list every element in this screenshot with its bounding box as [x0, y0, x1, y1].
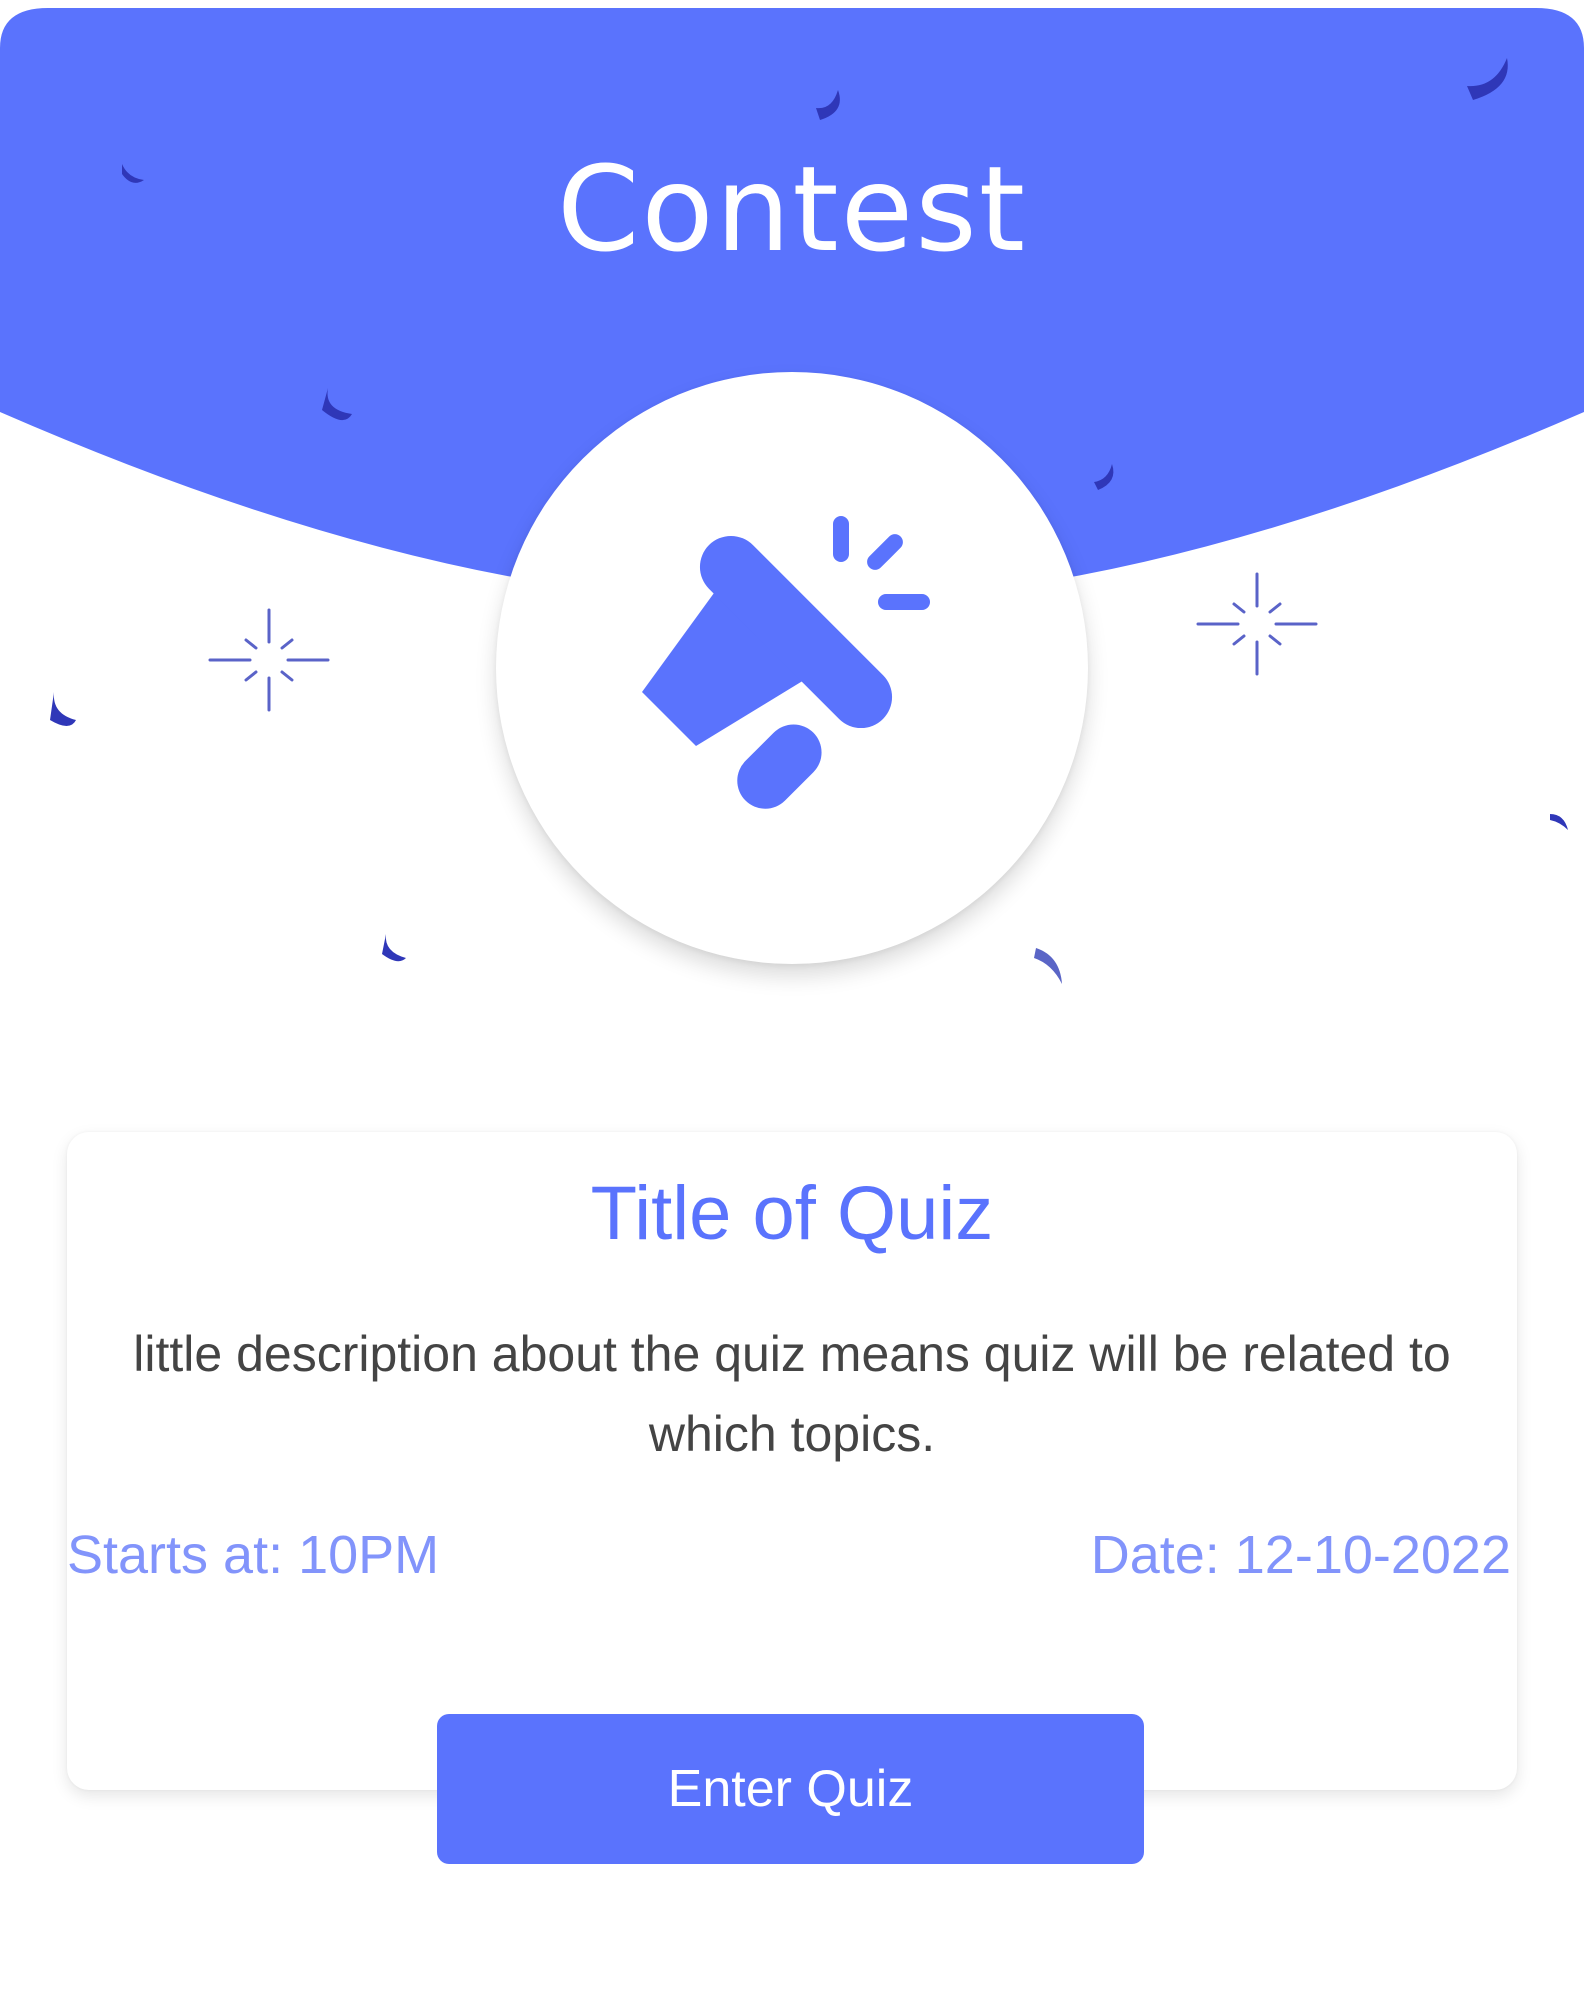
confetti-piece	[1034, 948, 1062, 984]
confetti-piece	[322, 388, 352, 421]
confetti-piece	[1094, 464, 1114, 490]
confetti-piece	[816, 90, 840, 120]
quiz-date: Date: 12-10-2022	[1090, 1525, 1511, 1585]
confetti-piece	[50, 692, 76, 726]
quiz-card: Title of Quiz little description about t…	[67, 1132, 1517, 1790]
confetti-piece	[1467, 58, 1508, 100]
confetti-piece	[1550, 814, 1568, 830]
sparkle-icon	[1196, 572, 1318, 676]
page-title: Contest	[557, 140, 1027, 278]
enter-quiz-button[interactable]: Enter Quiz	[437, 1714, 1144, 1864]
quiz-description: little description about the quiz means …	[133, 1326, 1451, 1462]
quiz-title: Title of Quiz	[590, 1171, 994, 1256]
megaphone-icon	[642, 516, 930, 809]
megaphone-badge	[496, 372, 1088, 964]
quiz-start-time: Starts at: 10PM	[67, 1525, 440, 1585]
confetti-piece	[382, 934, 406, 962]
sparkle-icon	[208, 608, 330, 712]
